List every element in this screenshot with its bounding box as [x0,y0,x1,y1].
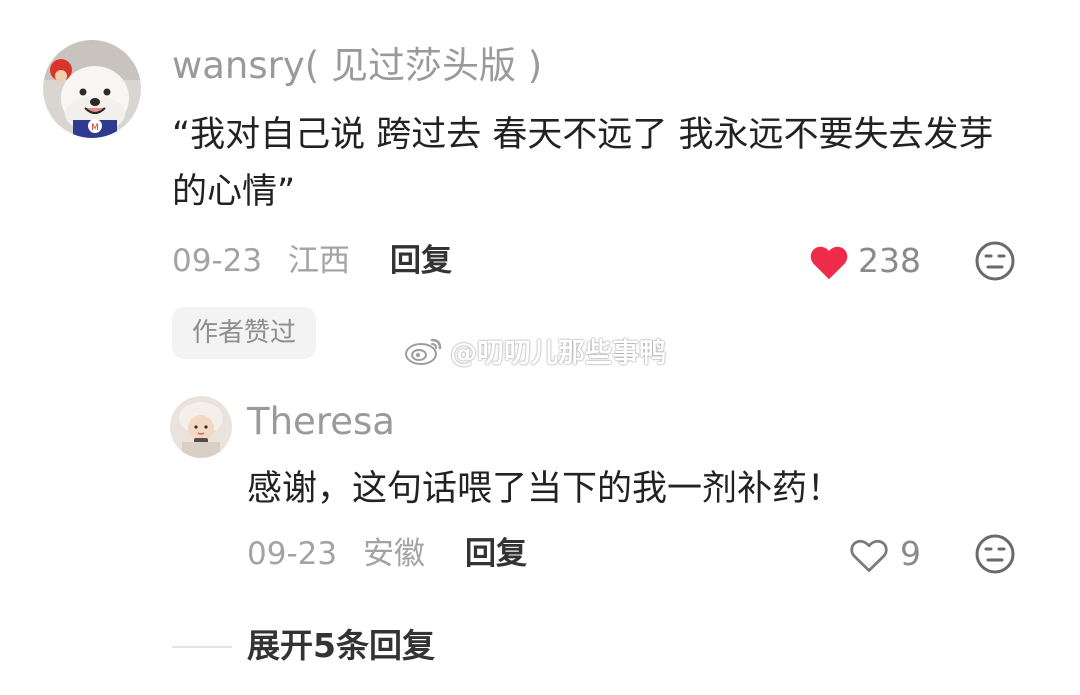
commenter-avatar[interactable]: M [43,40,141,138]
heart-outline-icon[interactable] [848,536,890,578]
reply-location: 安徽 [363,536,425,572]
expand-divider [172,646,232,648]
commenter-username[interactable]: wansry( 见过莎头版 ) [172,44,542,88]
comment-date: 09-23 [172,243,263,279]
reply-reply-button[interactable]: 回复 [465,534,527,574]
svg-text:M: M [91,123,99,133]
replier-username[interactable]: Theresa [247,400,395,444]
reply-button[interactable]: 回复 [390,241,452,281]
meh-face-icon[interactable] [974,533,1016,579]
watermark: @叨叨儿那些事鸭 [404,332,666,369]
heart-filled-icon[interactable] [808,243,850,285]
replier-avatar[interactable] [170,396,232,458]
reply-date: 09-23 [247,536,338,572]
reply-text: 感谢，这句话喂了当下的我一剂补药！ [247,469,843,509]
expand-replies-button[interactable]: 展开5条回复 [247,626,435,666]
meh-face-icon[interactable] [974,240,1016,286]
comment-location: 江西 [288,243,350,279]
reply-like-count: 9 [900,534,921,573]
watermark-text: @叨叨儿那些事鸭 [450,337,666,369]
weibo-logo-icon [405,338,442,365]
comment-text: “我对自己说 跨过去 春天不远了 我永远不要失去发芽的心情” [172,115,994,212]
author-liked-badge: 作者赞过 [172,307,317,359]
like-count: 238 [858,241,921,280]
